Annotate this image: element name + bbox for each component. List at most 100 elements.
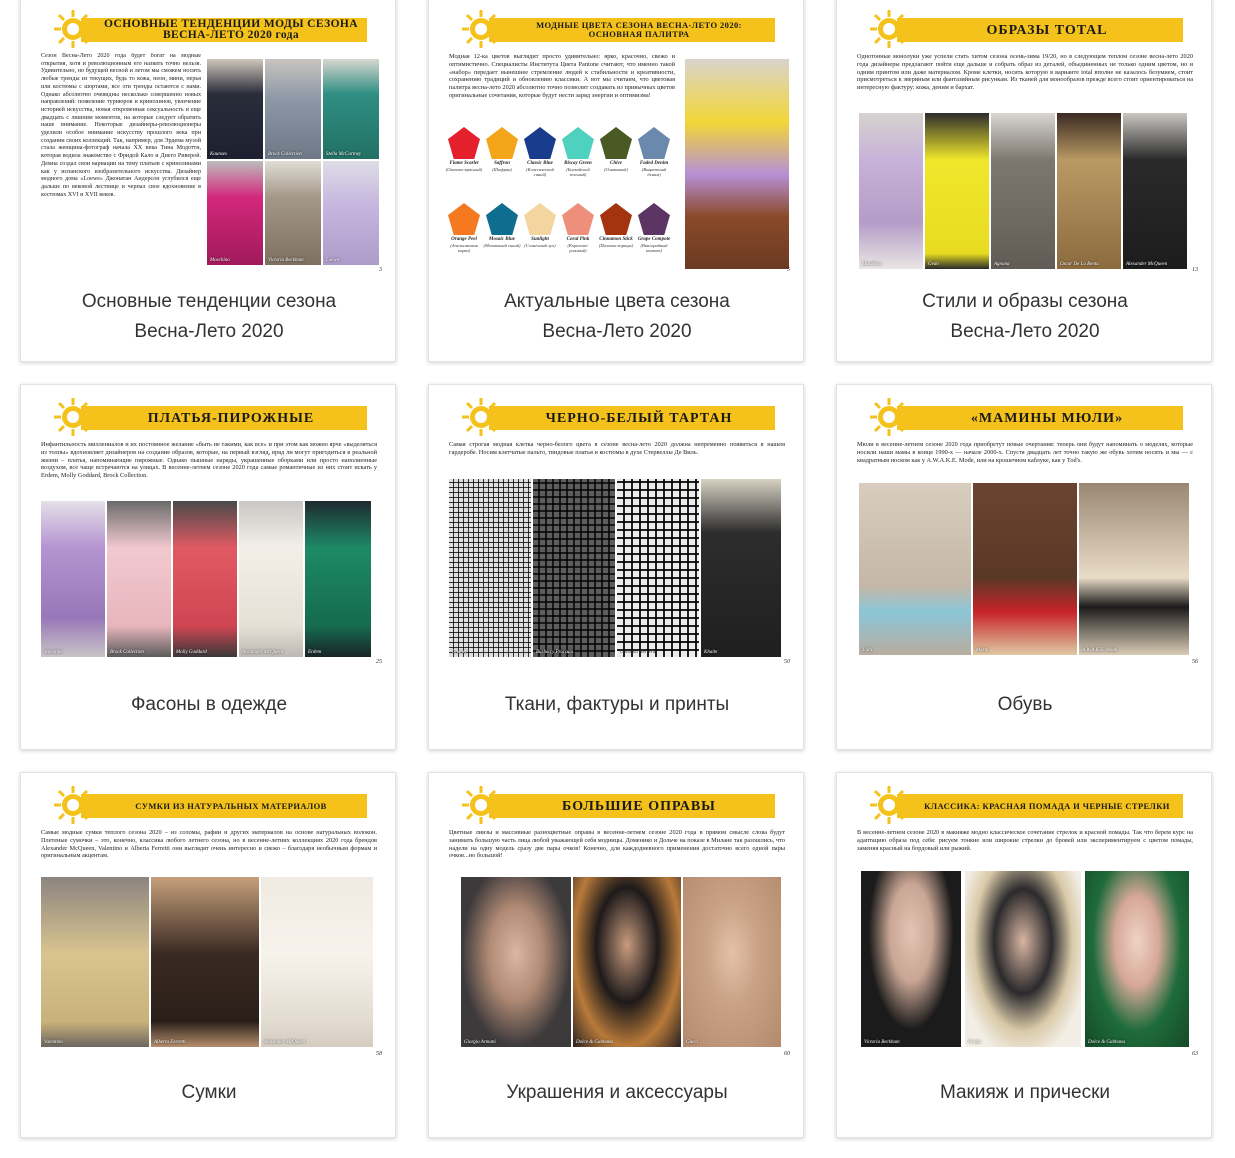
color-swatch: Sunlight (Солнечный луч) xyxy=(521,203,559,248)
runway-photo: Loewe xyxy=(323,161,379,265)
makeup-photo: Victoria Beckham xyxy=(861,871,961,1047)
banner-title: МОДНЫЕ ЦВЕТА СЕЗОНА ВЕСНА-ЛЕТО 2020: ОСН… xyxy=(489,18,775,42)
street-style-photo xyxy=(685,59,789,269)
color-swatch: Faded Denim (Выцветший деним) xyxy=(635,127,673,177)
shoe-photo: Marni xyxy=(973,483,1077,655)
color-swatch: Saffron (Шафран) xyxy=(483,127,521,172)
runway-photo: Gedo xyxy=(925,113,989,269)
intro-text: Однотонные монолуки уже успели стать хит… xyxy=(857,53,1193,92)
catalog-card-season-colors[interactable]: МОДНЫЕ ЦВЕТА СЕЗОНА ВЕСНА-ЛЕТО 2020: ОСН… xyxy=(428,0,804,362)
runway-photo: MaxMara xyxy=(859,113,923,269)
card-caption[interactable]: Обувь xyxy=(837,690,1211,720)
catalog-card-main-trends[interactable]: ОСНОВНЫЕ ТЕНДЕНЦИИ МОДЫ СЕЗОНА ВЕСНА-ЛЕТ… xyxy=(20,0,396,362)
color-swatch: Classic Blue (Классический синий) xyxy=(521,127,559,177)
catalog-card-shoes[interactable]: «МАМИНЫ МЮЛИ» Мюли в весенне-летнем сезо… xyxy=(836,384,1212,750)
card-thumbnail[interactable]: ЧЕРНО-БЕЛЫЙ ТАРТАН Самая строгая модная … xyxy=(441,393,793,665)
page-banner: МОДНЫЕ ЦВЕТА СЕЗОНА ВЕСНА-ЛЕТО 2020: ОСН… xyxy=(441,9,793,49)
runway-photo: Valentino xyxy=(41,501,105,657)
page-number: 25 xyxy=(376,659,382,665)
page-banner: ЧЕРНО-БЕЛЫЙ ТАРТАН xyxy=(441,397,793,437)
runway-photo: Molly Goddard xyxy=(173,501,237,657)
runway-photo: Brock Collection xyxy=(107,501,171,657)
runway-photo: Alexander McQueen xyxy=(1123,113,1187,269)
card-thumbnail[interactable]: БОЛЬШИЕ ОПРАВЫ Цветные линзы и массивные… xyxy=(441,781,793,1057)
card-caption[interactable]: Макияж и прически xyxy=(837,1078,1211,1108)
intro-text: Модная 12-ка цветов выглядит просто удив… xyxy=(449,53,675,99)
color-swatch: Grape Compote (Виноградный компот) xyxy=(635,203,673,253)
page-number: 56 xyxy=(1192,659,1198,665)
bag-photo: Alexander McQueen xyxy=(261,877,373,1047)
card-thumbnail[interactable]: ПЛАТЬЯ-ПИРОЖНЫЕ Инфантильность миллениал… xyxy=(33,393,385,665)
intro-text: Мюли в весенне-летнем сезоне 2020 года п… xyxy=(857,441,1193,464)
page-banner: СУМКИ ИЗ НАТУРАЛЬНЫХ МАТЕРИАЛОВ xyxy=(33,785,385,825)
card-thumbnail[interactable]: СУМКИ ИЗ НАТУРАЛЬНЫХ МАТЕРИАЛОВ Самые мо… xyxy=(33,781,385,1057)
page-number: 50 xyxy=(784,659,790,665)
runway-photo: Carolina Herrera xyxy=(617,479,699,657)
makeup-photo: Prada xyxy=(965,871,1081,1047)
runway-photo: Oscar De La Renta xyxy=(1057,113,1121,269)
page-banner: ОСНОВНЫЕ ТЕНДЕНЦИИ МОДЫ СЕЗОНА ВЕСНА-ЛЕТ… xyxy=(33,9,385,49)
banner-title: «МАМИНЫ МЮЛИ» xyxy=(897,406,1183,430)
makeup-photo: Dolce & Gabbana xyxy=(1085,871,1189,1047)
banner-title: СУМКИ ИЗ НАТУРАЛЬНЫХ МАТЕРИАЛОВ xyxy=(81,794,367,818)
page-number: 63 xyxy=(1192,1051,1198,1057)
card-caption[interactable]: Стили и образы сезона Весна-Лето 2020 xyxy=(837,287,1211,347)
intro-text: В весенне-летнем сезоне 2020 в макияже м… xyxy=(857,829,1193,852)
bag-photo: Valentino xyxy=(41,877,149,1047)
card-thumbnail[interactable]: МОДНЫЕ ЦВЕТА СЕЗОНА ВЕСНА-ЛЕТО 2020: ОСН… xyxy=(441,5,793,273)
color-swatch: Orange Peel (Апельсиновая корка) xyxy=(445,203,483,253)
card-thumbnail[interactable]: КЛАССИКА: КРАСНАЯ ПОМАДА И ЧЕРНЫЕ СТРЕЛК… xyxy=(849,781,1201,1057)
runway-photo: Victoria Beckham xyxy=(265,161,321,265)
card-caption[interactable]: Сумки xyxy=(21,1078,395,1108)
page-number: 3 xyxy=(379,267,382,273)
banner-title: ОСНОВНЫЕ ТЕНДЕНЦИИ МОДЫ СЕЗОНА ВЕСНА-ЛЕТ… xyxy=(81,18,367,42)
runway-photo: Moschino xyxy=(207,161,263,265)
eyewear-photo: Dolce & Gabbana xyxy=(573,877,681,1047)
color-swatch: Coral Pink (Коралово-розовый) xyxy=(559,203,597,253)
shoe-photo: A.W.A.K.E. Mode xyxy=(1079,483,1189,655)
shoe-photo: Tod's xyxy=(859,483,971,655)
page-banner: ОБРАЗЫ TOTAL xyxy=(849,9,1201,49)
catalog-card-styles[interactable]: ОБРАЗЫ TOTAL Однотонные монолуки уже усп… xyxy=(836,0,1212,362)
card-caption[interactable]: Ткани, фактуры и принты xyxy=(429,690,803,720)
catalog-card-accessories[interactable]: БОЛЬШИЕ ОПРАВЫ Цветные линзы и массивные… xyxy=(428,772,804,1138)
page-banner: ПЛАТЬЯ-ПИРОЖНЫЕ xyxy=(33,397,385,437)
page-number: 60 xyxy=(784,1051,790,1057)
runway-photo: Chanel xyxy=(449,479,531,657)
card-caption[interactable]: Украшения и аксессуары xyxy=(429,1078,803,1108)
intro-text: Цветные линзы и массивные разноцветные о… xyxy=(449,829,785,860)
intro-text: Самая строгая модная клетка черно-белого… xyxy=(449,441,785,456)
banner-title: ЧЕРНО-БЕЛЫЙ ТАРТАН xyxy=(489,406,775,430)
catalog-card-fashion-shapes[interactable]: ПЛАТЬЯ-ПИРОЖНЫЕ Инфантильность миллениал… xyxy=(20,384,396,750)
runway-photo: Brock Collection xyxy=(265,59,321,159)
card-thumbnail[interactable]: «МАМИНЫ МЮЛИ» Мюли в весенне-летнем сезо… xyxy=(849,393,1201,665)
banner-title: ПЛАТЬЯ-ПИРОЖНЫЕ xyxy=(81,406,367,430)
page-number: 5 xyxy=(787,267,790,273)
card-caption[interactable]: Актуальные цвета сезона Весна-Лето 2020 xyxy=(429,287,803,347)
page-banner: БОЛЬШИЕ ОПРАВЫ xyxy=(441,785,793,825)
card-caption[interactable]: Основные тенденции сезона Весна-Лето 202… xyxy=(21,287,395,347)
card-caption[interactable]: Фасоны в одежде xyxy=(21,690,395,720)
runway-photo: Agnona xyxy=(991,113,1055,269)
page-number: 58 xyxy=(376,1051,382,1057)
color-swatch: Chive (Оливковый) xyxy=(597,127,635,172)
catalog-card-makeup[interactable]: КЛАССИКА: КРАСНАЯ ПОМАДА И ЧЕРНЫЕ СТРЕЛК… xyxy=(836,772,1212,1138)
intro-text: Сезон Весна-Лето 2020 года будет богат н… xyxy=(41,53,201,198)
runway-photo: Khaite xyxy=(701,479,781,657)
eyewear-photo: Gucci xyxy=(683,877,781,1047)
runway-photo: Erdem xyxy=(305,501,371,657)
card-thumbnail[interactable]: ОБРАЗЫ TOTAL Однотонные монолуки уже усп… xyxy=(849,5,1201,273)
color-swatch: Flame Scarlet (Огненно-красный) xyxy=(445,127,483,172)
intro-text: Самые модные сумки теплого сезона 2020 –… xyxy=(41,829,377,860)
banner-title: КЛАССИКА: КРАСНАЯ ПОМАДА И ЧЕРНЫЕ СТРЕЛК… xyxy=(897,794,1183,818)
runway-photo: Stella McCartney xyxy=(323,59,379,159)
page-banner: «МАМИНЫ МЮЛИ» xyxy=(849,397,1201,437)
eyewear-photo: Giorgio Armani xyxy=(461,877,571,1047)
card-thumbnail[interactable]: ОСНОВНЫЕ ТЕНДЕНЦИИ МОДЫ СЕЗОНА ВЕСНА-ЛЕТ… xyxy=(33,5,385,273)
catalog-card-fabrics[interactable]: ЧЕРНО-БЕЛЫЙ ТАРТАН Самая строгая модная … xyxy=(428,384,804,750)
color-swatch: Mosaic Blue (Мозаичный синий) xyxy=(483,203,521,248)
page-banner: КЛАССИКА: КРАСНАЯ ПОМАДА И ЧЕРНЫЕ СТРЕЛК… xyxy=(849,785,1201,825)
runway-photo: Burberry Prorsum xyxy=(533,479,615,657)
catalog-card-bags[interactable]: СУМКИ ИЗ НАТУРАЛЬНЫХ МАТЕРИАЛОВ Самые мо… xyxy=(20,772,396,1138)
runway-photo: Alexander McQueen xyxy=(239,501,303,657)
